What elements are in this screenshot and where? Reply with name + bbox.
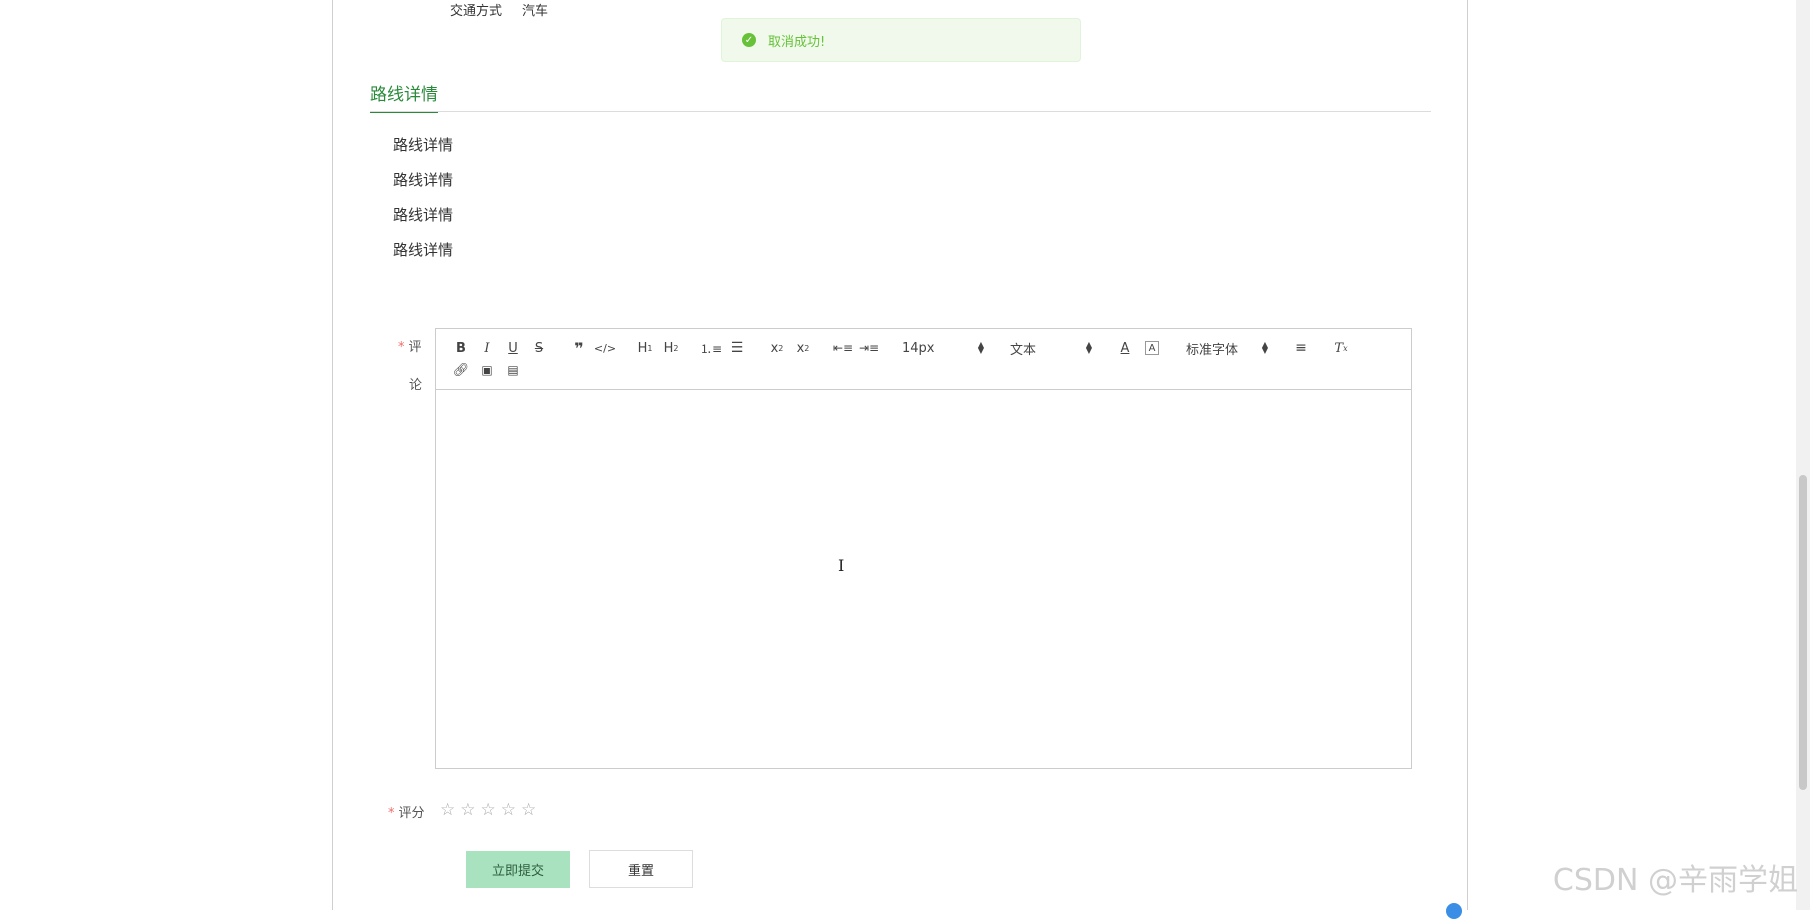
heading-2-icon[interactable]: H2 [658, 337, 684, 359]
required-mark: * [388, 806, 395, 821]
clear-format-icon[interactable]: Tx [1328, 337, 1354, 359]
text-cursor-icon: I [838, 556, 845, 575]
code-block-icon[interactable]: </> [592, 337, 618, 359]
bold-icon[interactable]: B [448, 337, 474, 359]
select-arrows-icon: ▲ ▼ [1085, 340, 1092, 355]
select-arrows-icon: ▲ ▼ [1261, 340, 1268, 355]
floating-button[interactable] [1446, 903, 1462, 919]
link-icon[interactable]: 🔗︎ [448, 359, 474, 381]
underline-icon[interactable]: U [500, 337, 526, 359]
heading-select[interactable]: 文本 ▲ ▼ [1004, 339, 1098, 358]
editor-toolbar: B I U S ❞ </> H1 H2 ⒈≡ ☰ x2 x2 ⇤≡ ⇥≡ 14p… [436, 329, 1411, 390]
video-icon[interactable]: ▤ [500, 359, 526, 381]
select-arrows-icon: ▲ ▼ [977, 340, 984, 355]
ordered-list-icon[interactable]: ⒈≡ [698, 337, 724, 359]
section-divider [370, 111, 1431, 112]
comment-label-line2: 论 [409, 378, 423, 393]
blockquote-icon[interactable]: ❞ [566, 337, 592, 359]
star-icon[interactable]: ☆ [501, 800, 516, 820]
editor-content-area[interactable] [436, 390, 1411, 768]
comment-label: * 评 [398, 340, 422, 355]
section-tab-route-detail[interactable]: 路线详情 [370, 80, 438, 113]
success-toast: ✓ 取消成功! [721, 18, 1081, 62]
heading-1-icon[interactable]: H1 [632, 337, 658, 359]
check-circle-icon: ✓ [742, 33, 756, 47]
star-icon[interactable]: ☆ [440, 800, 455, 820]
superscript-icon[interactable]: x2 [790, 337, 816, 359]
star-icon[interactable]: ☆ [521, 800, 536, 820]
rating-label: * 评分 [388, 806, 425, 821]
list-item: 路线详情 [393, 241, 454, 259]
strikethrough-icon[interactable]: S [526, 337, 552, 359]
scrollbar-thumb[interactable] [1799, 475, 1807, 790]
star-icon[interactable]: ☆ [481, 800, 496, 820]
star-icon[interactable]: ☆ [460, 800, 475, 820]
transport-label: 交通方式 [450, 4, 503, 19]
list-item: 路线详情 [393, 171, 454, 189]
font-size-select[interactable]: 14px ▲ ▼ [896, 341, 990, 356]
toast-message: 取消成功! [768, 34, 826, 50]
font-color-icon[interactable]: A [1112, 337, 1138, 359]
image-icon[interactable]: ▣ [474, 359, 500, 381]
subscript-icon[interactable]: x2 [764, 337, 790, 359]
indent-icon[interactable]: ⇥≡ [856, 337, 882, 359]
rating-stars: ☆ ☆ ☆ ☆ ☆ [440, 800, 536, 820]
reset-button[interactable]: 重置 [589, 850, 693, 888]
watermark: CSDN @辛雨学姐 [1552, 863, 1798, 898]
italic-icon[interactable]: I [474, 337, 500, 359]
font-family-select[interactable]: 标准字体 ▲ ▼ [1180, 339, 1274, 358]
outdent-icon[interactable]: ⇤≡ [830, 337, 856, 359]
transport-info: 交通方式 汽车 [450, 0, 548, 19]
required-mark: * [398, 340, 405, 355]
transport-value: 汽车 [522, 4, 549, 19]
route-list: 路线详情 路线详情 路线详情 路线详情 [393, 128, 453, 268]
background-color-icon[interactable]: A [1145, 341, 1159, 355]
bullet-list-icon[interactable]: ☰ [724, 337, 750, 359]
list-item: 路线详情 [393, 136, 454, 154]
rich-text-editor: B I U S ❞ </> H1 H2 ⒈≡ ☰ x2 x2 ⇤≡ ⇥≡ 14p… [435, 328, 1412, 769]
scrollbar[interactable] [1796, 0, 1810, 910]
submit-button[interactable]: 立即提交 [466, 851, 570, 888]
align-left-icon[interactable]: ≡ [1288, 337, 1314, 359]
list-item: 路线详情 [393, 206, 454, 224]
